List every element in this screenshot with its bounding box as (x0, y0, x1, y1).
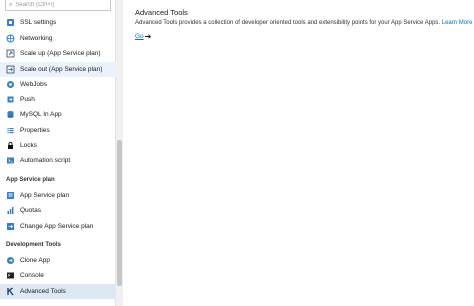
scale-up-icon (6, 49, 15, 58)
sidebar-scrollbar-thumb[interactable] (117, 140, 122, 286)
sidebar: ⌕ SSL settings Networking Scale up (App … (0, 0, 116, 306)
sidebar-item-label: MySQL In App (20, 111, 62, 118)
console-icon (6, 271, 15, 280)
sidebar-item-label: SSL settings (20, 19, 57, 26)
group-header-development-tools: Development Tools (6, 242, 61, 248)
search-icon: ⌕ (9, 1, 13, 8)
sidebar-item-label: WebJobs (20, 81, 47, 88)
sidebar-item-change-app-service-plan[interactable]: Change App Service plan (0, 219, 116, 234)
sidebar-item-clone-app[interactable]: Clone App (0, 253, 116, 268)
sidebar-item-app-service-plan[interactable]: App Service plan (0, 188, 116, 203)
app-service-plan-icon (6, 191, 15, 200)
mysql-icon (6, 110, 15, 119)
go-link[interactable]: Go (135, 33, 144, 40)
go-link-row[interactable]: Go ➔ (135, 32, 151, 41)
sidebar-item-scale-up[interactable]: Scale up (App Service plan) (0, 46, 116, 61)
sidebar-item-label: Console (20, 272, 44, 279)
sidebar-item-label: Automation script (20, 157, 71, 164)
sidebar-item-label: Quotas (20, 207, 41, 214)
main-content: Advanced Tools Advanced Tools provides a… (135, 0, 474, 306)
sidebar-item-label: Scale up (App Service plan) (20, 50, 101, 57)
automation-script-icon (6, 156, 15, 165)
group-header-app-service-plan: App Service plan (6, 177, 55, 183)
search-box[interactable]: ⌕ (5, 0, 111, 11)
sidebar-item-quotas[interactable]: Quotas (0, 203, 116, 218)
webjobs-icon (6, 80, 15, 89)
sidebar-item-scale-out[interactable]: Scale out (App Service plan) (0, 62, 116, 77)
ssl-icon (6, 18, 15, 27)
sidebar-item-properties[interactable]: Properties (0, 123, 116, 138)
sidebar-item-label: App Service plan (20, 192, 70, 199)
page-title: Advanced Tools (135, 8, 188, 17)
advanced-tools-icon (6, 287, 15, 296)
sidebar-item-label: Properties (20, 127, 50, 134)
sidebar-item-mysql-in-app[interactable]: MySQL In App (0, 107, 116, 122)
sidebar-item-advanced-tools[interactable]: Advanced Tools (0, 284, 116, 299)
scale-out-icon (6, 65, 15, 74)
page-description: Advanced Tools provides a collection of … (135, 20, 472, 26)
search-input[interactable] (15, 2, 106, 8)
sidebar-item-label: Networking (20, 35, 53, 42)
sidebar-item-networking[interactable]: Networking (0, 31, 116, 46)
sidebar-item-webjobs[interactable]: WebJobs (0, 77, 116, 92)
sidebar-item-label: Advanced Tools (20, 288, 66, 295)
sidebar-item-automation-script[interactable]: Automation script (0, 153, 116, 168)
arrow-right-icon[interactable]: ➔ (145, 32, 152, 41)
quotas-icon (6, 206, 15, 215)
sidebar-item-ssl-settings[interactable]: SSL settings (0, 15, 116, 30)
sidebar-item-label: Locks (20, 142, 37, 149)
sidebar-item-label: Clone App (20, 257, 50, 264)
networking-icon (6, 34, 15, 43)
change-plan-icon (6, 222, 15, 231)
sidebar-item-label: Push (20, 96, 35, 103)
lock-icon (6, 141, 15, 150)
properties-icon (6, 126, 15, 135)
learn-more-link[interactable]: Learn More (442, 20, 473, 26)
description-text: Advanced Tools provides a collection of … (135, 20, 441, 26)
sidebar-item-locks[interactable]: Locks (0, 138, 116, 153)
sidebar-item-console[interactable]: Console (0, 268, 116, 283)
clone-app-icon (6, 256, 15, 265)
sidebar-item-push[interactable]: Push (0, 92, 116, 107)
sidebar-item-label: Scale out (App Service plan) (20, 66, 103, 73)
push-icon (6, 95, 15, 104)
sidebar-item-label: Change App Service plan (20, 223, 94, 230)
